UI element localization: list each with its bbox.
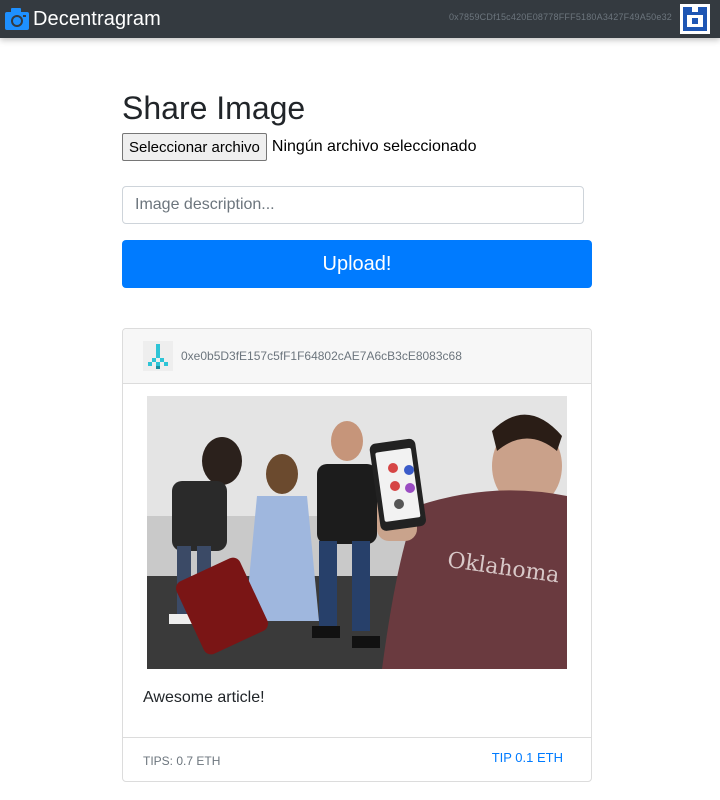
post-description: Awesome article!	[143, 689, 265, 706]
post-header: 0xe0b5D3fE157c5fF1F64802cAE7A6cB3cE8083c…	[123, 329, 591, 384]
upload-button[interactable]: Upload!	[122, 240, 592, 288]
account-address: 0x7859CDf15c420E08778FFF5180A3427F49A50e…	[448, 12, 672, 22]
author-avatar	[143, 341, 173, 371]
file-status: Ningún archivo seleccionado	[271, 138, 477, 155]
account-avatar	[680, 4, 710, 34]
camera-icon	[5, 8, 29, 30]
tip-button[interactable]: TIP 0.1 ETH	[492, 750, 563, 765]
navbar: Decentragram 0x7859CDf15c420E08778FFF518…	[0, 0, 720, 38]
file-picker: Seleccionar archivo Ningún archivo selec…	[122, 133, 476, 161]
brand-name: Decentragram	[33, 7, 161, 30]
author-address: 0xe0b5D3fE157c5fF1F64802cAE7A6cB3cE8083c…	[181, 349, 462, 363]
page-title: Share Image	[122, 90, 306, 126]
post-footer: TIPS: 0.7 ETH TIP 0.1 ETH	[123, 737, 591, 781]
brand-link[interactable]: Decentragram	[4, 6, 161, 32]
tips-total: TIPS: 0.7 ETH	[143, 754, 221, 768]
choose-file-button[interactable]: Seleccionar archivo	[122, 133, 267, 161]
post-image: Oklahoma	[147, 396, 567, 669]
post-card: 0xe0b5D3fE157c5fF1F64802cAE7A6cB3cE8083c…	[122, 328, 592, 782]
upload-form: Share Image Seleccionar archivo Ningún a…	[122, 90, 592, 288]
image-description-input[interactable]	[122, 186, 584, 224]
